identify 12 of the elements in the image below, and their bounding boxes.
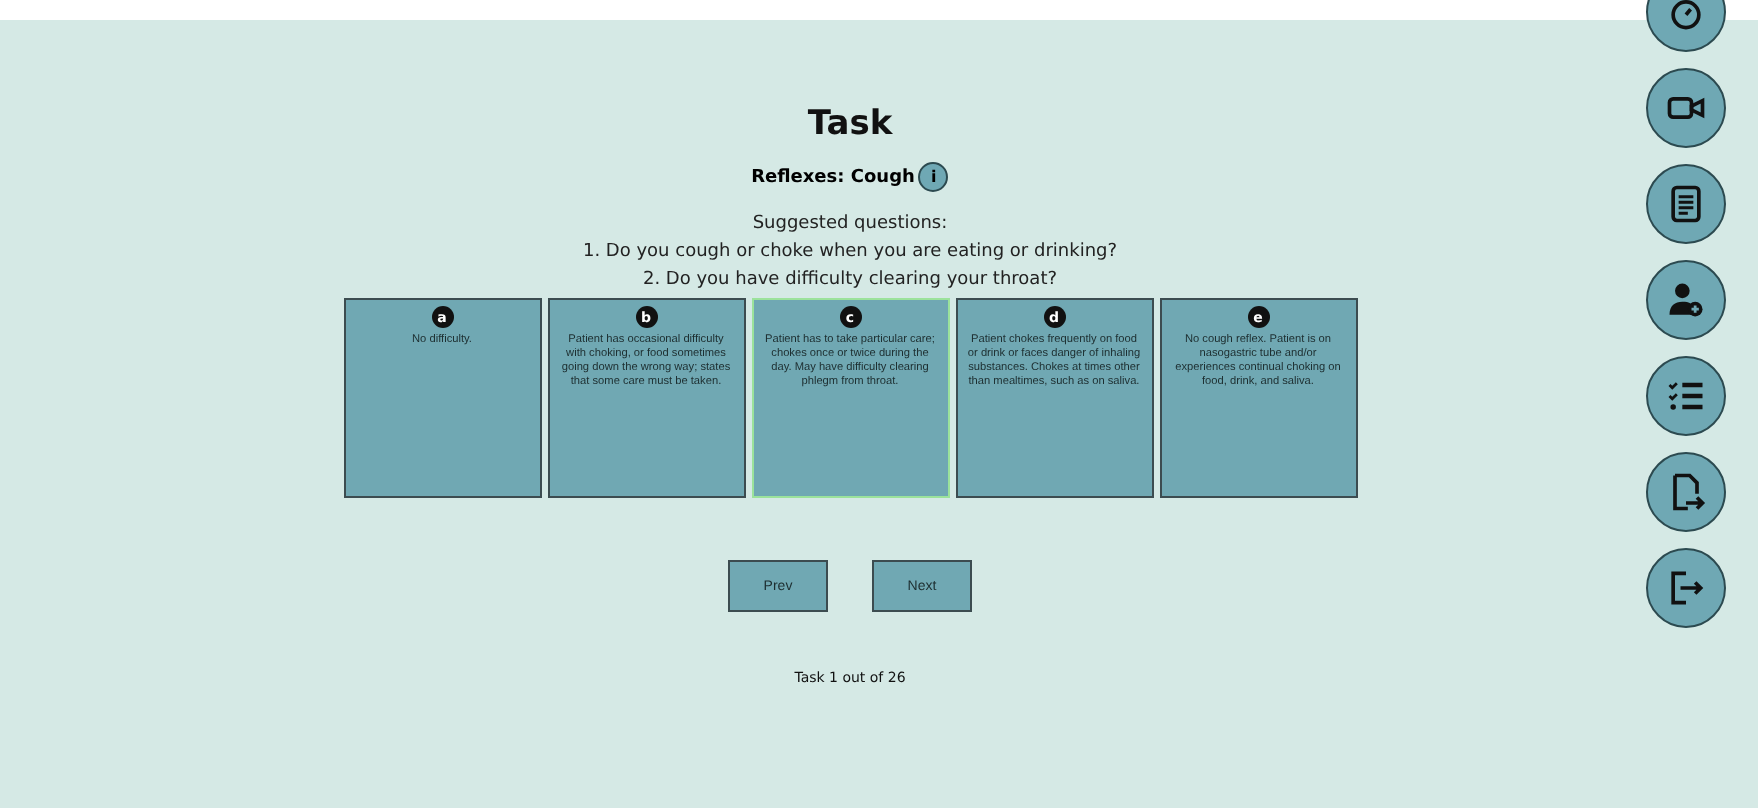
- questions-heading: Suggested questions:: [752, 214, 948, 234]
- question-text: 2. Do you have difficulty clearing your throat?: [642, 270, 1057, 290]
- category-label: Reflexes: Cough: [751, 167, 915, 187]
- task-title: Task: [807, 104, 893, 144]
- add-person-icon[interactable]: [1645, 260, 1725, 340]
- file-export-icon[interactable]: [1645, 452, 1725, 532]
- question-text: 1. Do you cough or choke when you are eating or drinking?: [582, 242, 1118, 262]
- video-camera-icon[interactable]: [1645, 68, 1725, 148]
- info-icon[interactable]: i: [918, 162, 949, 192]
- document-icon[interactable]: [1645, 164, 1725, 244]
- checklist-icon[interactable]: [1645, 356, 1725, 436]
- exit-icon[interactable]: [1645, 548, 1725, 628]
